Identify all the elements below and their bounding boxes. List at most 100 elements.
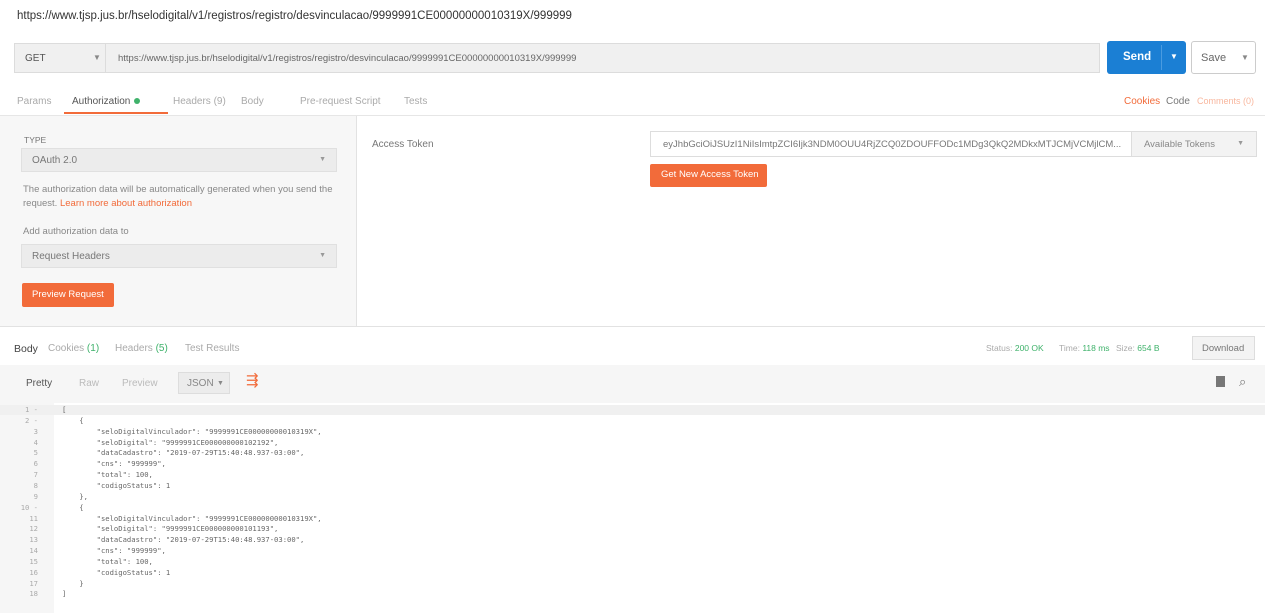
size-value: 654 B — [1137, 343, 1160, 353]
auth-type-value: OAuth 2.0 — [32, 155, 78, 166]
divider — [0, 326, 1265, 327]
comments-link[interactable]: Comments (0) — [1197, 96, 1254, 106]
chevron-down-icon: ▼ — [1237, 140, 1244, 147]
line-number: 5 — [33, 448, 38, 458]
chevron-down-icon: ▼ — [217, 380, 224, 387]
tab-headers[interactable]: Headers (9) — [173, 96, 226, 107]
time-readout[interactable]: Time: 118 ms — [1059, 343, 1110, 353]
size-label: Size: — [1116, 343, 1135, 353]
access-token-input[interactable]: eyJhbGciOiJSUzI1NiIsImtpZCI6Ijk3NDM0OUU4… — [650, 131, 1132, 157]
active-dot-icon — [134, 98, 141, 105]
line-number: 18 — [29, 589, 38, 599]
size-readout[interactable]: Size: 654 B — [1116, 343, 1160, 353]
available-tokens-label: Available Tokens — [1144, 139, 1215, 150]
available-tokens-select[interactable]: Available Tokens ▼ — [1131, 131, 1257, 157]
code-line: "dataCadastro": "2019-07-29T15:40:48.937… — [62, 535, 305, 545]
code-line: { — [62, 415, 84, 425]
url-input[interactable]: https://www.tjsp.jus.br/hselodigital/v1/… — [106, 43, 1100, 73]
url-value: https://www.tjsp.jus.br/hselodigital/v1/… — [118, 53, 577, 64]
line-number[interactable]: 2 - — [0, 416, 38, 425]
code-line: "total": 100, — [62, 470, 153, 480]
tab-body[interactable]: Body — [241, 96, 264, 107]
raw-tab[interactable]: Raw — [79, 378, 99, 389]
preview-request-button[interactable]: Preview Request — [22, 283, 114, 307]
line-number: 11 — [29, 513, 38, 523]
save-label: Save — [1201, 52, 1227, 64]
auth-type-select[interactable]: OAuth 2.0 ▼ — [21, 148, 337, 172]
wrap-lines-icon[interactable]: ⇶ — [246, 372, 264, 390]
learn-more-link[interactable]: Learn more about authorization — [60, 198, 192, 209]
time-label: Time: — [1059, 343, 1080, 353]
code-line: } — [62, 578, 84, 588]
method-value: GET — [25, 53, 46, 64]
get-new-access-token-button[interactable]: Get New Access Token — [650, 164, 767, 187]
auth-description: The authorization data will be automatic… — [23, 183, 333, 211]
active-tab-underline — [64, 112, 168, 114]
resp-tab-headers[interactable]: Headers (5) — [115, 343, 168, 354]
download-button[interactable]: Download — [1192, 336, 1255, 360]
line-number: 14 — [29, 546, 38, 556]
resp-tab-test-results[interactable]: Test Results — [185, 343, 239, 354]
send-separator — [1161, 45, 1162, 70]
tab-tests[interactable]: Tests — [404, 96, 427, 107]
save-button[interactable]: Save ▼ — [1191, 41, 1256, 74]
status-value: 200 OK — [1014, 343, 1044, 353]
copy-icon[interactable] — [1216, 376, 1225, 387]
chevron-down-icon[interactable]: ▼ — [1241, 53, 1249, 62]
line-number: 17 — [29, 578, 38, 588]
add-auth-select[interactable]: Request Headers ▼ — [21, 244, 337, 268]
chevron-down-icon: ▼ — [319, 252, 326, 259]
chevron-down-icon: ▼ — [93, 53, 101, 62]
code-line: "total": 100, — [62, 556, 153, 566]
resp-tab-headers-count: (5) — [155, 343, 168, 354]
line-number: 15 — [29, 556, 38, 566]
method-select[interactable]: GET ▼ — [14, 43, 106, 73]
code-line: "codigoStatus": 1 — [62, 480, 171, 490]
code-line: { — [62, 502, 84, 512]
code-link[interactable]: Code — [1166, 96, 1190, 107]
tab-params[interactable]: Params — [17, 96, 51, 107]
line-number: 16 — [29, 567, 38, 577]
get-new-access-token-label: Get New Access Token — [661, 169, 759, 180]
request-title: https://www.tjsp.jus.br/hselodigital/v1/… — [17, 10, 572, 22]
cookies-link[interactable]: Cookies — [1124, 96, 1160, 107]
code-line: "seloDigitalVinculador": "9999991CE00000… — [62, 426, 322, 436]
resp-tab-cookies[interactable]: Cookies (1) — [48, 343, 99, 354]
chevron-down-icon[interactable]: ▼ — [1170, 52, 1178, 61]
search-icon[interactable]: ⌕ — [1239, 374, 1246, 390]
add-auth-label: Add authorization data to — [23, 226, 129, 237]
pretty-tab[interactable]: Pretty — [26, 378, 52, 389]
tab-pre-request-script[interactable]: Pre-request Script — [300, 96, 381, 107]
line-number[interactable]: 10 - — [0, 503, 38, 512]
line-number: 4 — [33, 437, 38, 447]
resp-tab-headers-label: Headers — [115, 343, 153, 354]
resp-tab-cookies-label: Cookies — [48, 343, 85, 354]
line-number[interactable]: 1 - — [0, 405, 38, 414]
preview-tab[interactable]: Preview — [122, 378, 158, 389]
line-number: 12 — [29, 524, 38, 534]
code-line: "cns": "999999", — [62, 459, 166, 469]
send-button[interactable]: Send ▼ — [1107, 41, 1186, 74]
code-line: "seloDigital": "9999991CE000000000101193… — [62, 524, 279, 534]
download-label: Download — [1202, 343, 1245, 354]
code-line: "dataCadastro": "2019-07-29T15:40:48.937… — [62, 448, 305, 458]
line-number: 13 — [29, 535, 38, 545]
code-line: }, — [62, 491, 88, 501]
tab-authorization[interactable]: Authorization — [72, 96, 141, 107]
format-select[interactable]: JSON ▼ — [178, 372, 230, 394]
line-number: 8 — [33, 480, 38, 490]
status-readout: Status: 200 OK — [986, 343, 1044, 353]
line-number: 9 — [33, 491, 38, 501]
preview-request-label: Preview Request — [32, 289, 104, 300]
type-label: TYPE — [24, 135, 47, 145]
resp-tab-cookies-count: (1) — [86, 343, 100, 354]
resp-tab-body[interactable]: Body — [14, 343, 38, 355]
line-number: 6 — [33, 459, 38, 469]
code-line: "cns": "999999", — [62, 546, 166, 556]
code-line: "codigoStatus": 1 — [62, 567, 171, 577]
code-line: "seloDigitalVinculador": "9999991CE00000… — [62, 513, 322, 523]
code-line: [ — [62, 405, 67, 414]
line-number: 7 — [33, 470, 38, 480]
code-line: "seloDigital": "9999991CE000000000102192… — [62, 437, 279, 447]
add-auth-value: Request Headers — [32, 251, 110, 262]
